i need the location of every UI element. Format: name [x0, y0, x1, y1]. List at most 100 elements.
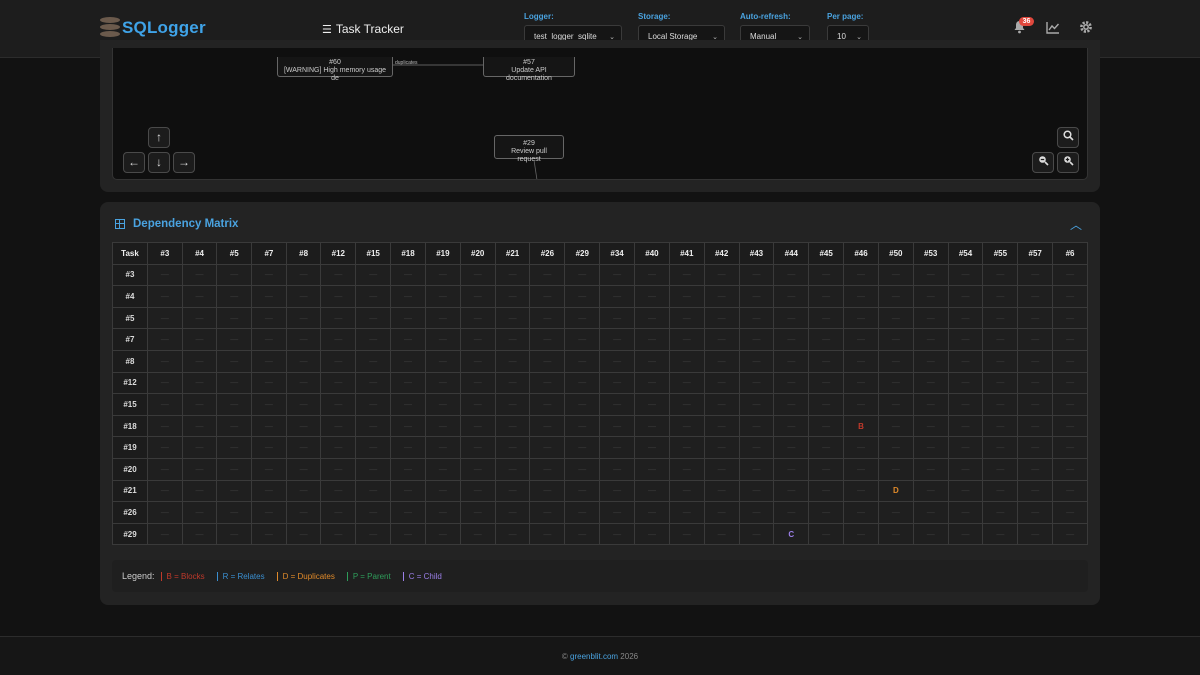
matrix-empty-cell[interactable]: —	[216, 371, 253, 395]
matrix-empty-cell[interactable]: —	[459, 414, 496, 438]
matrix-empty-cell[interactable]: —	[843, 479, 879, 503]
matrix-empty-cell[interactable]: —	[703, 349, 740, 373]
matrix-empty-cell[interactable]: —	[529, 349, 566, 373]
matrix-empty-cell[interactable]: —	[494, 501, 531, 524]
matrix-empty-cell[interactable]: —	[808, 306, 845, 330]
matrix-empty-cell[interactable]: —	[285, 371, 322, 395]
matrix-empty-cell[interactable]: —	[1017, 263, 1054, 287]
matrix-empty-cell[interactable]: —	[877, 328, 914, 351]
matrix-empty-cell[interactable]: —	[494, 371, 531, 395]
matrix-empty-cell[interactable]: —	[424, 501, 461, 524]
matrix-empty-cell[interactable]: —	[877, 371, 914, 395]
matrix-empty-cell[interactable]: —	[459, 393, 496, 416]
matrix-empty-cell[interactable]: —	[285, 285, 322, 308]
matrix-empty-cell[interactable]: —	[668, 349, 705, 373]
matrix-empty-cell[interactable]: —	[529, 479, 566, 503]
matrix-empty-cell[interactable]: —	[459, 306, 496, 330]
matrix-empty-cell[interactable]: —	[982, 522, 1019, 546]
matrix-empty-cell[interactable]: —	[703, 414, 740, 438]
matrix-empty-cell[interactable]: —	[1052, 457, 1088, 481]
matrix-empty-cell[interactable]: —	[738, 479, 775, 503]
matrix-empty-cell[interactable]: —	[773, 328, 810, 351]
matrix-empty-cell[interactable]: —	[459, 501, 496, 524]
matrix-empty-cell[interactable]: —	[843, 522, 879, 546]
matrix-empty-cell[interactable]: —	[1017, 328, 1054, 351]
matrix-empty-cell[interactable]: —	[146, 436, 183, 459]
matrix-empty-cell[interactable]: —	[947, 306, 984, 330]
matrix-empty-cell[interactable]: —	[982, 393, 1019, 416]
matrix-empty-cell[interactable]: —	[216, 306, 253, 330]
matrix-empty-cell[interactable]: —	[494, 306, 531, 330]
matrix-empty-cell[interactable]: —	[947, 328, 984, 351]
matrix-empty-cell[interactable]: —	[773, 393, 810, 416]
matrix-empty-cell[interactable]: —	[773, 349, 810, 373]
matrix-empty-cell[interactable]: —	[599, 263, 636, 287]
matrix-empty-cell[interactable]: —	[564, 263, 601, 287]
matrix-empty-cell[interactable]: —	[947, 457, 984, 481]
matrix-empty-cell[interactable]: —	[320, 263, 357, 287]
matrix-empty-cell[interactable]: —	[773, 436, 810, 459]
matrix-empty-cell[interactable]: —	[808, 328, 845, 351]
matrix-empty-cell[interactable]: —	[424, 263, 461, 287]
matrix-empty-cell[interactable]: —	[390, 349, 426, 373]
matrix-empty-cell[interactable]: —	[703, 371, 740, 395]
matrix-empty-cell[interactable]: —	[703, 501, 740, 524]
matrix-empty-cell[interactable]: —	[390, 457, 426, 481]
matrix-empty-cell[interactable]: —	[843, 393, 879, 416]
matrix-empty-cell[interactable]: —	[216, 263, 253, 287]
matrix-empty-cell[interactable]: —	[390, 285, 426, 308]
collapse-button[interactable]: ︿	[1070, 216, 1082, 233]
matrix-empty-cell[interactable]: —	[982, 263, 1019, 287]
matrix-empty-cell[interactable]: —	[285, 263, 322, 287]
matrix-empty-cell[interactable]: —	[634, 436, 670, 459]
matrix-empty-cell[interactable]: —	[668, 436, 705, 459]
matrix-empty-cell[interactable]: —	[1017, 436, 1054, 459]
matrix-empty-cell[interactable]: —	[285, 393, 322, 416]
matrix-empty-cell[interactable]: —	[1052, 263, 1088, 287]
matrix-empty-cell[interactable]: —	[912, 306, 949, 330]
matrix-empty-cell[interactable]: —	[1017, 501, 1054, 524]
matrix-empty-cell[interactable]: —	[1017, 479, 1054, 503]
matrix-empty-cell[interactable]: —	[738, 457, 775, 481]
matrix-empty-cell[interactable]: —	[494, 436, 531, 459]
matrix-empty-cell[interactable]: —	[668, 306, 705, 330]
matrix-empty-cell[interactable]: —	[982, 349, 1019, 373]
matrix-empty-cell[interactable]: —	[216, 522, 253, 546]
matrix-empty-cell[interactable]: —	[808, 349, 845, 373]
matrix-empty-cell[interactable]: —	[564, 306, 601, 330]
matrix-empty-cell[interactable]: —	[599, 371, 636, 395]
chart-line-icon[interactable]	[1044, 20, 1062, 38]
matrix-empty-cell[interactable]: —	[1052, 371, 1088, 395]
matrix-empty-cell[interactable]: —	[634, 371, 670, 395]
matrix-empty-cell[interactable]: —	[947, 393, 984, 416]
matrix-empty-cell[interactable]: —	[251, 263, 287, 287]
matrix-empty-cell[interactable]: —	[251, 328, 287, 351]
matrix-empty-cell[interactable]: —	[843, 349, 879, 373]
matrix-empty-cell[interactable]: —	[181, 371, 218, 395]
matrix-empty-cell[interactable]: —	[459, 479, 496, 503]
matrix-empty-cell[interactable]: —	[390, 479, 426, 503]
matrix-empty-cell[interactable]: —	[355, 306, 392, 330]
matrix-empty-cell[interactable]: —	[146, 349, 183, 373]
matrix-empty-cell[interactable]: —	[216, 328, 253, 351]
matrix-empty-cell[interactable]: —	[181, 479, 218, 503]
matrix-empty-cell[interactable]: —	[912, 414, 949, 438]
matrix-empty-cell[interactable]: —	[251, 414, 287, 438]
matrix-empty-cell[interactable]: —	[947, 349, 984, 373]
matrix-empty-cell[interactable]: —	[599, 436, 636, 459]
matrix-empty-cell[interactable]: —	[773, 414, 810, 438]
matrix-empty-cell[interactable]: —	[808, 522, 845, 546]
graph-node-29[interactable]: #29 Review pull request	[494, 135, 564, 163]
matrix-empty-cell[interactable]: —	[216, 436, 253, 459]
matrix-empty-cell[interactable]: —	[564, 436, 601, 459]
matrix-empty-cell[interactable]: —	[181, 457, 218, 481]
matrix-empty-cell[interactable]: —	[877, 306, 914, 330]
matrix-empty-cell[interactable]: —	[912, 349, 949, 373]
matrix-empty-cell[interactable]: —	[808, 479, 845, 503]
matrix-empty-cell[interactable]: —	[668, 371, 705, 395]
matrix-empty-cell[interactable]: —	[808, 501, 845, 524]
matrix-empty-cell[interactable]: —	[668, 393, 705, 416]
matrix-empty-cell[interactable]: —	[1052, 328, 1088, 351]
matrix-empty-cell[interactable]: —	[947, 263, 984, 287]
matrix-empty-cell[interactable]: —	[912, 522, 949, 546]
